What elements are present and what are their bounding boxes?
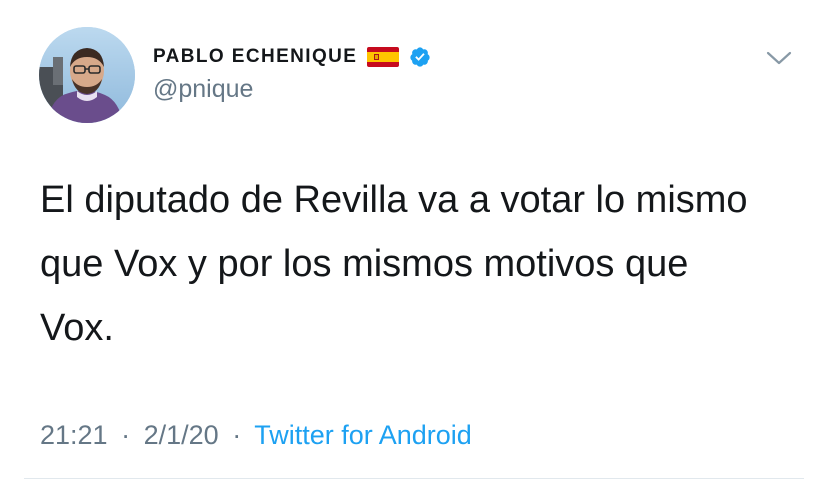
tweet-card: PABLO ECHENIQUE @pnique El diputado de R… bbox=[0, 0, 828, 483]
meta-separator: · bbox=[121, 420, 131, 450]
avatar[interactable] bbox=[39, 27, 135, 123]
author-display-name[interactable]: PABLO ECHENIQUE bbox=[153, 43, 357, 71]
tweet-source-link[interactable]: Twitter for Android bbox=[254, 420, 472, 450]
spain-flag-icon bbox=[367, 47, 400, 67]
divider bbox=[24, 478, 804, 479]
verified-badge-icon bbox=[409, 46, 431, 68]
chevron-down-icon[interactable] bbox=[766, 50, 792, 66]
meta-separator: · bbox=[232, 420, 242, 450]
author-handle[interactable]: @pnique bbox=[153, 74, 253, 104]
tweet-meta: 21:21 · 2/1/20 · Twitter for Android bbox=[40, 418, 472, 452]
avatar-photo-icon bbox=[39, 27, 135, 123]
tweet-date[interactable]: 2/1/20 bbox=[144, 420, 219, 450]
author-name-row: PABLO ECHENIQUE bbox=[153, 43, 431, 71]
tweet-time[interactable]: 21:21 bbox=[40, 420, 108, 450]
tweet-text: El diputado de Revilla va a votar lo mis… bbox=[40, 179, 748, 349]
